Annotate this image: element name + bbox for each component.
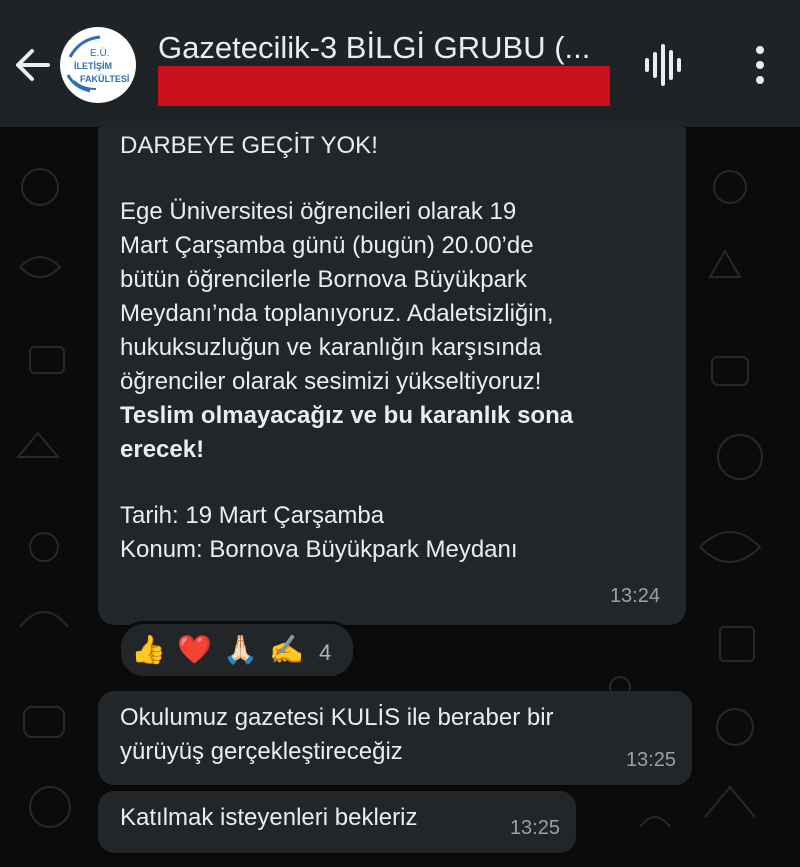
message-line: Ege Üniversitesi öğrencileri olarak 19 (120, 198, 517, 225)
chat-area[interactable]: DARBEYE GEÇİT YOK! Ege Üniversitesi öğre… (0, 127, 800, 867)
message-bubble[interactable]: Katılmak isteyenleri bekleriz 13:25 (98, 791, 576, 853)
voice-call-icon (645, 44, 681, 86)
logo-line-3: FAKÜLTESİ (80, 74, 129, 84)
message-line: bütün öğrencilerle Bornova Büyükpark (120, 266, 527, 293)
logo-line-1: E.Ü. (90, 47, 109, 59)
redacted-subtitle (158, 66, 610, 106)
message-line: Mart Çarşamba günü (bugün) 20.00’de (120, 232, 534, 259)
back-arrow-icon (16, 49, 50, 81)
voice-call-button[interactable] (640, 40, 690, 90)
more-options-button[interactable] (740, 40, 780, 90)
message-line: Tarih: 19 Mart Çarşamba (120, 502, 385, 529)
message-line: hukuksuzluğun ve karanlığın karşısında (120, 334, 542, 361)
folded-hands-reaction: 🙏🏻 (223, 634, 258, 665)
writing-hand-reaction: ✍️ (269, 634, 304, 665)
group-avatar[interactable]: E.Ü. İLETİŞİM FAKÜLTESİ (60, 27, 136, 103)
reactions-bar[interactable]: 👍 ❤️ 🙏🏻 ✍️ 4 (118, 621, 356, 679)
more-vertical-icon (756, 46, 764, 84)
chat-header: E.Ü. İLETİŞİM FAKÜLTESİ Gazetecilik-3 Bİ… (0, 0, 800, 127)
message-timestamp: 13:24 (609, 585, 660, 607)
back-button[interactable] (8, 40, 58, 90)
reaction-count: 4 (319, 640, 332, 665)
message-line: Katılmak isteyenleri bekleriz (120, 804, 418, 831)
message-timestamp: 13:25 (625, 749, 676, 771)
university-logo: E.Ü. İLETİŞİM FAKÜLTESİ (61, 28, 135, 102)
message-line-bold: erecek! (120, 436, 205, 463)
message-bubble[interactable]: Okulumuz gazetesi KULİS ile beraber bir … (98, 691, 692, 785)
logo-line-2: İLETİŞİM (74, 61, 112, 71)
message-line: Okulumuz gazetesi KULİS ile beraber bir (120, 704, 554, 731)
thumbs-up-reaction: 👍 (131, 634, 166, 665)
message-line: öğrenciler olarak sesimizi yükseltiyoruz… (120, 368, 542, 395)
chat-title[interactable]: Gazetecilik-3 BİLGİ GRUBU (... (158, 30, 618, 66)
message-timestamp: 13:25 (509, 817, 560, 839)
heart-reaction: ❤️ (177, 634, 212, 665)
message-line-bold: Teslim olmayacağız ve bu karanlık sona (120, 402, 574, 429)
message-line: DARBEYE GEÇİT YOK! (120, 132, 378, 159)
message-line: yürüyüş gerçekleştireceğiz (120, 738, 403, 765)
message-line: Meydanı’nda toplanıyoruz. Adaletsizliğin… (120, 300, 554, 327)
message-line: Konum: Bornova Büyükpark Meydanı (120, 536, 518, 563)
message-bubble[interactable]: DARBEYE GEÇİT YOK! Ege Üniversitesi öğre… (98, 127, 686, 625)
